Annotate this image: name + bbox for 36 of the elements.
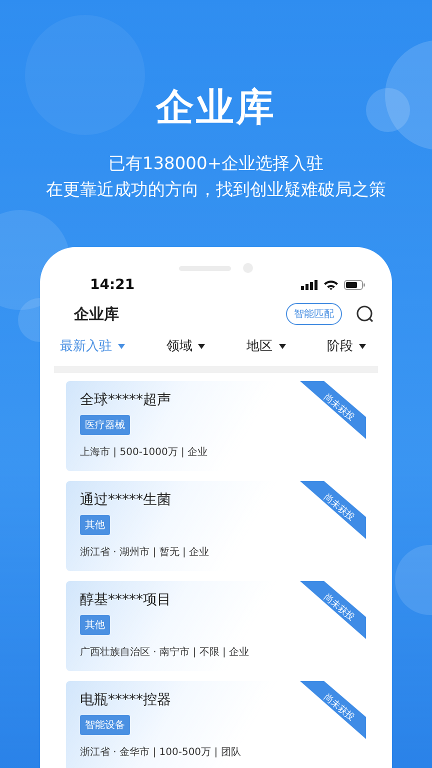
page-title: 企业库 <box>74 304 120 324</box>
company-name: 全球*****超声 <box>80 391 171 409</box>
funding-ribbon: 尚未获投 <box>300 381 366 439</box>
company-info: 浙江省 · 湖州市 | 暂无 | 企业 <box>80 546 209 559</box>
caret-icon <box>118 344 125 348</box>
company-name: 醇基*****项目 <box>80 591 171 609</box>
hero-title: 企业库 <box>156 84 276 131</box>
funding-ribbon: 尚未获投 <box>300 481 366 539</box>
company-info: 广西壮族自治区 · 南宁市 | 不限 | 企业 <box>80 646 249 659</box>
company-name: 电瓶*****控器 <box>80 691 171 709</box>
search-icon[interactable] <box>356 305 374 323</box>
company-info: 上海市 | 500-1000万 | 企业 <box>80 446 208 459</box>
company-name: 通过*****生菌 <box>80 491 171 509</box>
industry-tag: 医疗器械 <box>80 415 130 435</box>
signal-icon <box>301 280 318 290</box>
caret-icon <box>278 344 286 348</box>
filter-tab[interactable]: 领域 <box>166 335 206 357</box>
funding-ribbon: 尚未获投 <box>300 581 366 639</box>
filter-tab[interactable]: 阶段 <box>326 335 366 357</box>
caret-icon <box>358 344 366 348</box>
industry-tag: 其他 <box>80 615 110 635</box>
status-time: 14:21 <box>90 277 135 293</box>
industry-tag: 其他 <box>80 515 110 535</box>
company-card[interactable]: 通过*****生菌 其他 浙江省 · 湖州市 | 暂无 | 企业 尚未获投 <box>66 481 366 571</box>
industry-tag: 智能设备 <box>80 715 130 735</box>
hero-subtitle: 在更靠近成功的方向，找到创业疑难破局之策 <box>46 179 386 202</box>
caret-icon <box>198 344 206 348</box>
company-card[interactable]: 醇基*****项目 其他 广西壮族自治区 · 南宁市 | 不限 | 企业 尚未获投 <box>66 581 366 671</box>
wifi-icon <box>324 280 338 290</box>
filter-tab[interactable]: 地区 <box>246 335 286 357</box>
battery-icon <box>344 280 366 290</box>
funding-ribbon: 尚未获投 <box>300 681 366 739</box>
hero-subtitle: 已有138000+企业选择入驻 <box>108 153 324 176</box>
company-card[interactable]: 电瓶*****控器 智能设备 浙江省 · 金华市 | 100-500万 | 团队 尚未获投 <box>66 681 366 768</box>
company-info: 浙江省 · 金华市 | 100-500万 | 团队 <box>80 746 241 759</box>
company-card[interactable]: 全球*****超声 医疗器械 上海市 | 500-1000万 | 企业 尚未获投 <box>66 381 366 471</box>
